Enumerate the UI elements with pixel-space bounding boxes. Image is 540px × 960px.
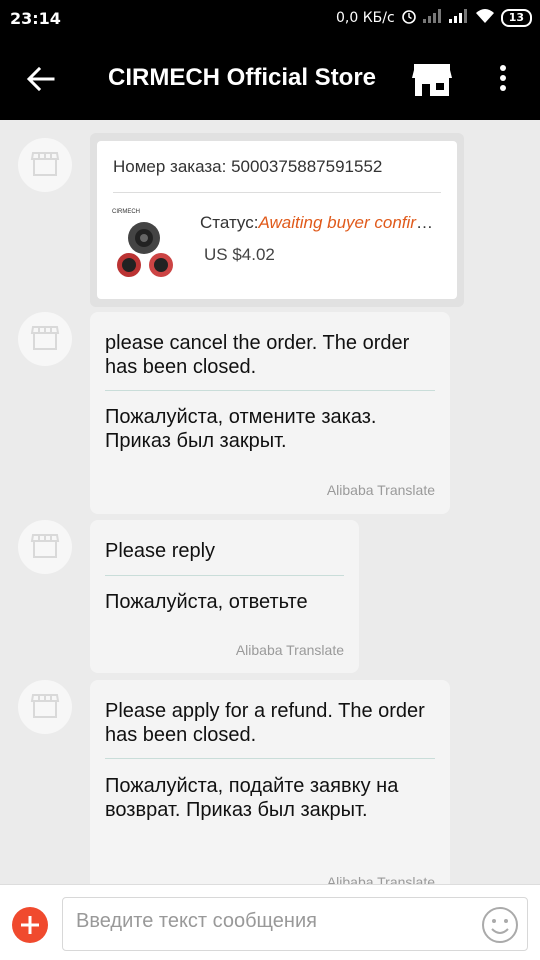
store-avatar[interactable] [18, 680, 72, 734]
product-image[interactable]: CIRMECH [109, 203, 189, 289]
store-avatar-icon [30, 323, 60, 356]
message-input-container [62, 897, 528, 951]
status-icons: 0,0 КБ/с 13 [336, 8, 532, 28]
order-number: Номер заказа: 5000375887591552 [113, 157, 382, 177]
divider [113, 192, 441, 193]
signal-icon [448, 9, 469, 27]
clock: 23:14 [10, 9, 61, 28]
order-price: US $4.02 [204, 245, 275, 264]
message-translation: Пожалуйста, подайте заявку на возврат. П… [105, 775, 399, 821]
battery-icon: 13 [500, 9, 532, 27]
message-input[interactable] [76, 910, 466, 933]
order-message: Номер заказа: 5000375887591552 CIRMECH С… [90, 133, 464, 307]
message-original: please cancel the order. The order has b… [105, 332, 410, 378]
translate-credit: Alibaba Translate [326, 482, 435, 498]
order-number-label: Номер заказа: [113, 157, 227, 176]
translate-credit: Alibaba Translate [326, 874, 435, 884]
message-original: Please reply [105, 540, 216, 562]
attach-button[interactable] [12, 907, 48, 943]
wifi-icon [475, 8, 495, 28]
store-avatar[interactable] [18, 312, 72, 366]
store-icon[interactable] [412, 62, 452, 98]
store-avatar-icon [30, 149, 60, 182]
signal-icon [422, 9, 443, 27]
store-avatar-icon [30, 531, 60, 564]
plus-icon [12, 916, 48, 947]
app-bar: CIRMECH Official Store [0, 36, 540, 120]
divider [105, 758, 435, 759]
divider [105, 390, 435, 391]
message-translation: Пожалуйста, ответьте [105, 591, 308, 613]
message-bubble[interactable]: Please apply for a refund. The order has… [90, 680, 450, 884]
store-avatar[interactable] [18, 138, 72, 192]
product-brand-text: CIRMECH [112, 209, 140, 215]
order-card[interactable]: Номер заказа: 5000375887591552 CIRMECH С… [97, 141, 457, 299]
divider [105, 575, 344, 576]
message-bubble[interactable]: please cancel the order. The order has b… [90, 312, 450, 514]
message-original: Please apply for a refund. The order has… [105, 700, 425, 746]
more-vert-icon[interactable] [492, 62, 514, 98]
order-status-label: Статус: [200, 213, 259, 232]
translate-credit: Alibaba Translate [235, 642, 344, 658]
message-bubble[interactable]: Please reply Пожалуйста, ответьте Alibab… [90, 520, 359, 673]
order-status: Статус:Awaiting buyer confirmation [200, 213, 440, 233]
status-bar: 23:14 0,0 КБ/с 13 [0, 0, 540, 36]
emoji-icon[interactable] [481, 906, 519, 944]
store-avatar-icon [30, 691, 60, 724]
chat-area[interactable]: Номер заказа: 5000375887591552 CIRMECH С… [0, 120, 540, 884]
order-status-value: Awaiting buyer confirmation [258, 213, 440, 232]
message-input-bar [0, 884, 540, 960]
alarm-icon [401, 8, 417, 28]
message-translation: Пожалуйста, отмените заказ. Приказ был з… [105, 406, 377, 452]
net-speed: 0,0 КБ/с [336, 10, 395, 26]
back-arrow-icon[interactable] [26, 64, 56, 94]
page-title: CIRMECH Official Store [108, 64, 377, 91]
store-avatar[interactable] [18, 520, 72, 574]
order-number-value: 5000375887591552 [231, 157, 383, 176]
